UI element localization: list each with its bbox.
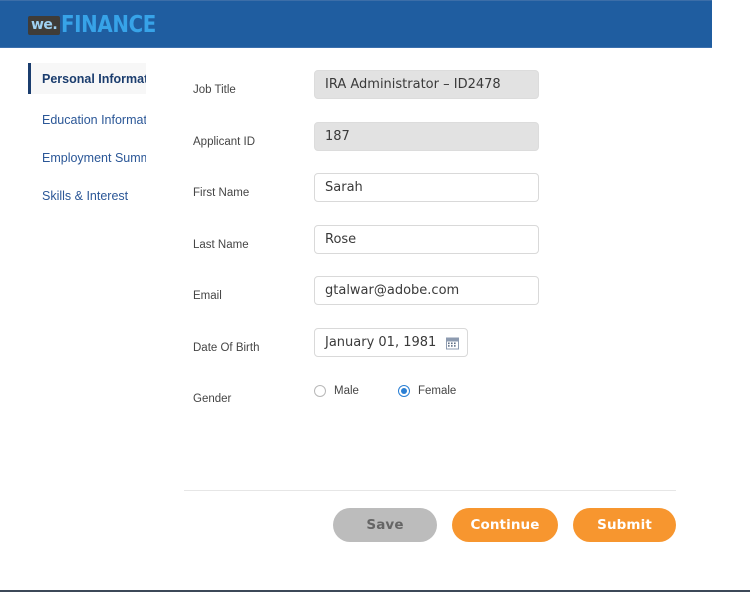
radio-unchecked-icon[interactable]: [314, 385, 326, 397]
brand-logo[interactable]: we. FINANCE: [28, 12, 172, 38]
date-of-birth-label: Date Of Birth: [193, 342, 260, 354]
first-name-input[interactable]: Sarah: [314, 173, 539, 202]
date-of-birth-value: January 01, 1981: [325, 335, 437, 350]
gender-option-label: Male: [334, 385, 359, 397]
applicant-id-label: Applicant ID: [193, 136, 256, 148]
sidebar-item-label: Education Information: [42, 112, 146, 127]
page-content: Personal Information Education Informati…: [0, 48, 750, 590]
gender-option-female[interactable]: Female: [397, 385, 457, 397]
app-header: we. FINANCE: [0, 0, 712, 48]
last-name-label: Last Name: [193, 239, 249, 251]
continue-button[interactable]: Continue: [452, 508, 558, 542]
sidebar-nav: Personal Information Education Informati…: [0, 48, 146, 448]
form-actions: Save Continue Submit: [184, 507, 676, 543]
date-of-birth-input[interactable]: January 01, 1981: [314, 328, 468, 357]
gender-option-male[interactable]: Male: [314, 385, 359, 397]
logo-mark-icon: we.: [28, 15, 61, 35]
logo-wordmark: FINANCE: [61, 12, 157, 38]
sidebar-item-label: Personal Information: [42, 71, 146, 86]
job-title-label: Job Title: [193, 84, 236, 96]
job-title-input[interactable]: IRA Administrator – ID2478: [314, 70, 539, 99]
form-row-gender: Gender Male Female: [193, 385, 673, 444]
sidebar-item-personal-information[interactable]: Personal Information: [28, 63, 146, 94]
sidebar-item-education-information[interactable]: Education Information: [28, 104, 146, 135]
last-name-input[interactable]: Rose: [314, 225, 539, 254]
radio-checked-icon[interactable]: [397, 385, 410, 397]
first-name-label: First Name: [193, 187, 250, 199]
gender-label: Gender: [193, 393, 232, 405]
applicant-id-input[interactable]: 187: [314, 122, 539, 151]
sidebar-item-label: Skills & Interest: [42, 188, 129, 203]
sidebar-item-label: Employment Summary: [42, 150, 146, 165]
sidebar-item-skills-interest[interactable]: Skills & Interest: [28, 180, 146, 211]
gender-option-label: Female: [417, 385, 457, 397]
calendar-icon[interactable]: [446, 336, 459, 349]
email-input[interactable]: gtalwar@adobe.com: [314, 276, 539, 305]
application-page: we. FINANCE Personal Information Educati…: [0, 0, 750, 592]
sidebar-item-employment-summary[interactable]: Employment Summary: [28, 142, 146, 173]
save-button[interactable]: Save: [333, 508, 437, 542]
form-divider: [184, 490, 676, 491]
gender-radio-group: Male Female: [314, 385, 495, 397]
email-label: Email: [193, 290, 222, 302]
submit-button[interactable]: Submit: [573, 508, 676, 542]
